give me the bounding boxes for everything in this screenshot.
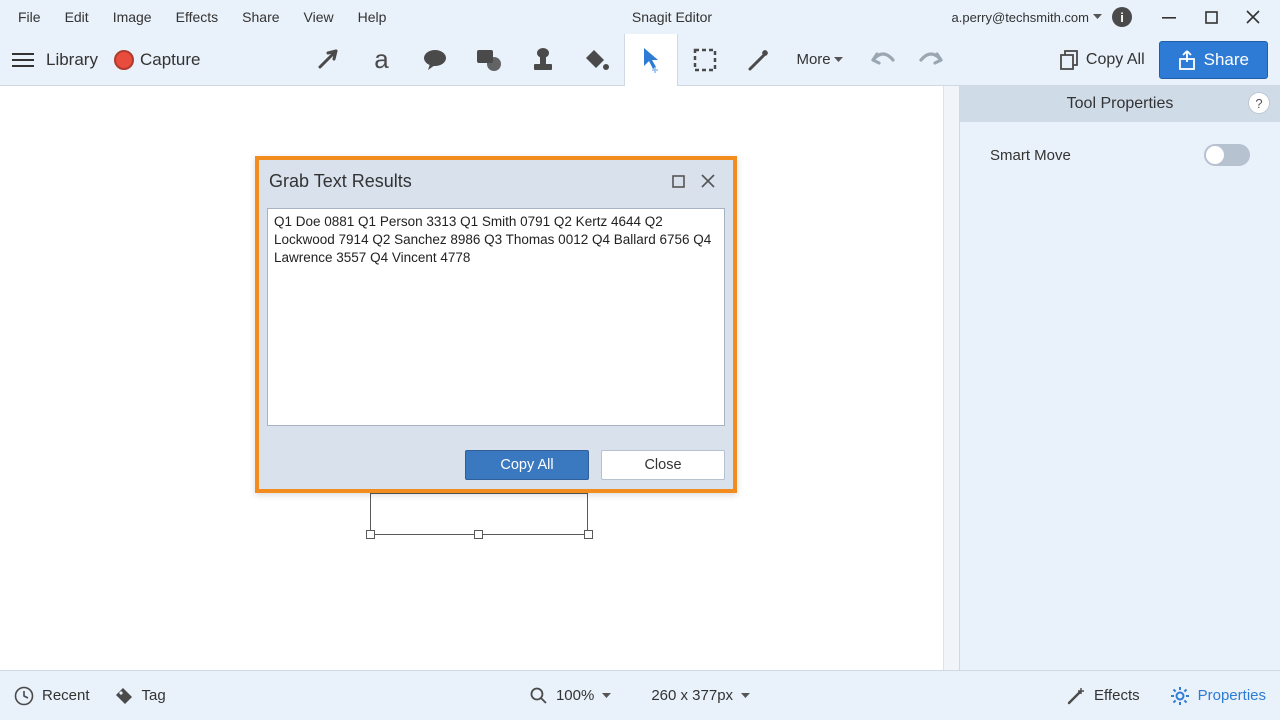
grab-text-results-dialog: Grab Text Results Copy All Close bbox=[255, 156, 737, 493]
redo-button[interactable] bbox=[917, 50, 947, 70]
tool-palette: a More bbox=[300, 34, 852, 86]
properties-button[interactable]: Properties bbox=[1170, 686, 1266, 706]
zoom-value: 100% bbox=[556, 687, 594, 704]
undo-button[interactable] bbox=[867, 50, 897, 70]
menu-view[interactable]: View bbox=[292, 5, 346, 29]
smart-move-toggle[interactable] bbox=[1204, 144, 1250, 166]
canvas-area[interactable]: Grab Text Results Copy All Close bbox=[0, 86, 960, 670]
menu-file[interactable]: File bbox=[6, 5, 53, 29]
shape-tool-icon[interactable] bbox=[462, 34, 516, 86]
chevron-down-icon bbox=[834, 57, 843, 63]
gear-icon bbox=[1170, 686, 1190, 706]
text-tool-icon[interactable]: a bbox=[354, 34, 408, 86]
tag-label: Tag bbox=[142, 687, 166, 704]
dimensions-control[interactable]: 260 x 377px bbox=[651, 687, 750, 704]
smart-move-label: Smart Move bbox=[990, 147, 1071, 164]
recent-button[interactable]: Recent bbox=[14, 686, 90, 706]
dialog-title: Grab Text Results bbox=[269, 171, 412, 192]
search-icon bbox=[530, 687, 548, 705]
menu-image[interactable]: Image bbox=[101, 5, 164, 29]
window-title: Snagit Editor bbox=[398, 9, 945, 25]
vertical-scrollbar[interactable] bbox=[943, 86, 959, 670]
toolbar-share-button[interactable]: Share bbox=[1159, 41, 1268, 79]
grab-text-textarea[interactable] bbox=[267, 208, 725, 426]
tool-properties-panel: Tool Properties ? Smart Move bbox=[960, 86, 1280, 670]
library-button[interactable]: Library bbox=[46, 50, 98, 70]
copy-all-label: Copy All bbox=[1086, 51, 1145, 69]
menu-share[interactable]: Share bbox=[230, 5, 291, 29]
user-account-dropdown[interactable]: a.perry@techsmith.com bbox=[946, 10, 1108, 25]
chevron-down-icon bbox=[602, 693, 611, 699]
status-bar: Recent Tag 100% 260 x 377px Effects Prop… bbox=[0, 670, 1280, 720]
recent-label: Recent bbox=[42, 687, 90, 704]
resize-handle[interactable] bbox=[474, 530, 483, 539]
clock-icon bbox=[14, 686, 34, 706]
user-email: a.perry@techsmith.com bbox=[952, 10, 1089, 25]
callout-tool-icon[interactable] bbox=[408, 34, 462, 86]
menubar: File Edit Image Effects Share View Help … bbox=[0, 0, 1280, 34]
share-icon bbox=[1178, 50, 1196, 70]
help-icon[interactable]: ? bbox=[1248, 92, 1270, 114]
magic-wand-tool-icon[interactable] bbox=[732, 34, 786, 86]
share-label: Share bbox=[1204, 50, 1249, 70]
capture-button[interactable]: Capture bbox=[140, 50, 200, 70]
chevron-down-icon bbox=[1093, 14, 1102, 20]
more-label: More bbox=[796, 51, 830, 68]
dimensions-value: 260 x 377px bbox=[651, 687, 733, 704]
more-tools-dropdown[interactable]: More bbox=[786, 51, 852, 68]
canvas-selected-object[interactable] bbox=[370, 493, 588, 535]
window-close-button[interactable] bbox=[1240, 4, 1266, 30]
copy-icon bbox=[1060, 50, 1080, 70]
tag-icon bbox=[114, 686, 134, 706]
resize-handle[interactable] bbox=[584, 530, 593, 539]
wand-icon bbox=[1066, 686, 1086, 706]
menu-help[interactable]: Help bbox=[346, 5, 399, 29]
window-minimize-button[interactable] bbox=[1156, 4, 1182, 30]
zoom-control[interactable]: 100% bbox=[530, 687, 611, 705]
selection-tool-icon[interactable] bbox=[678, 34, 732, 86]
arrow-tool-icon[interactable] bbox=[300, 34, 354, 86]
resize-handle[interactable] bbox=[366, 530, 375, 539]
hamburger-menu-icon[interactable] bbox=[12, 47, 38, 73]
dialog-close-button[interactable] bbox=[693, 166, 723, 196]
tool-properties-title: Tool Properties bbox=[1067, 95, 1174, 113]
menu-edit[interactable]: Edit bbox=[53, 5, 101, 29]
menu-effects[interactable]: Effects bbox=[164, 5, 231, 29]
tag-button[interactable]: Tag bbox=[114, 686, 166, 706]
effects-label: Effects bbox=[1094, 687, 1140, 704]
dialog-close-btn[interactable]: Close bbox=[601, 450, 725, 480]
move-tool-icon[interactable] bbox=[624, 34, 678, 86]
dialog-copy-all-button[interactable]: Copy All bbox=[465, 450, 589, 480]
toolbar-copy-all-button[interactable]: Copy All bbox=[1060, 50, 1145, 70]
chevron-down-icon bbox=[741, 693, 750, 699]
fill-tool-icon[interactable] bbox=[570, 34, 624, 86]
window-maximize-button[interactable] bbox=[1198, 4, 1224, 30]
record-icon[interactable] bbox=[114, 50, 134, 70]
properties-label: Properties bbox=[1198, 687, 1266, 704]
info-icon[interactable]: i bbox=[1112, 7, 1132, 27]
main-toolbar: Library Capture a More Copy All Share bbox=[0, 34, 1280, 86]
stamp-tool-icon[interactable] bbox=[516, 34, 570, 86]
dialog-maximize-button[interactable] bbox=[663, 166, 693, 196]
effects-button[interactable]: Effects bbox=[1066, 686, 1140, 706]
